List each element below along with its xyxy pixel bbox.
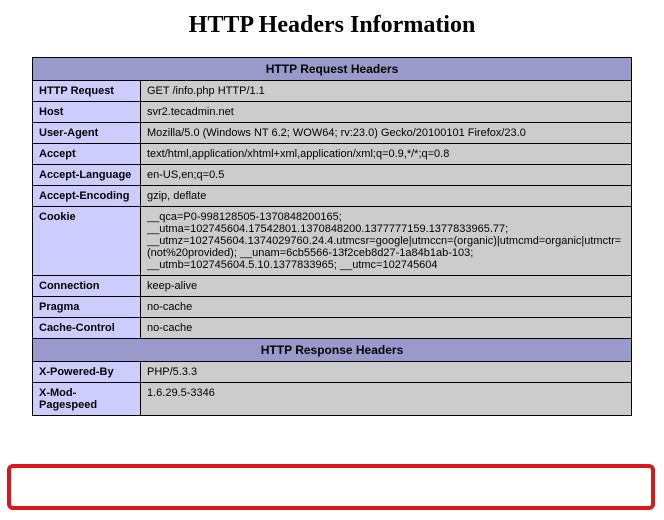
request-header-value: no-cache xyxy=(141,297,632,318)
request-header-key: Connection xyxy=(33,276,141,297)
table-row: Hostsvr2.tecadmin.net xyxy=(33,102,632,123)
table-row: Accept-Encodinggzip, deflate xyxy=(33,186,632,207)
request-header-value: svr2.tecadmin.net xyxy=(141,102,632,123)
table-row: X-Powered-ByPHP/5.3.3 xyxy=(33,362,632,383)
page-title: HTTP Headers Information xyxy=(0,12,664,39)
highlight-box xyxy=(7,464,655,510)
request-header-key: Cache-Control xyxy=(33,318,141,339)
page: HTTP Headers Information HTTP Request He… xyxy=(0,12,664,520)
request-section-header: HTTP Request Headers xyxy=(33,58,632,81)
request-header-key: User-Agent xyxy=(33,123,141,144)
table-row: Pragmano-cache xyxy=(33,297,632,318)
headers-table: HTTP Request Headers HTTP RequestGET /in… xyxy=(32,57,632,416)
request-header-value: text/html,application/xhtml+xml,applicat… xyxy=(141,144,632,165)
table-row: Cache-Controlno-cache xyxy=(33,318,632,339)
response-section-header: HTTP Response Headers xyxy=(33,339,632,362)
table-row: Accept-Languageen-US,en;q=0.5 xyxy=(33,165,632,186)
response-header-value: 1.6.29.5-3346 xyxy=(141,383,632,416)
request-header-value: gzip, deflate xyxy=(141,186,632,207)
table-row: Accepttext/html,application/xhtml+xml,ap… xyxy=(33,144,632,165)
table-row: Connectionkeep-alive xyxy=(33,276,632,297)
table-row: Cookie__qca=P0-998128505-1370848200165; … xyxy=(33,207,632,276)
request-header-key: Cookie xyxy=(33,207,141,276)
request-header-value: GET /info.php HTTP/1.1 xyxy=(141,81,632,102)
table-row: X-Mod-Pagespeed1.6.29.5-3346 xyxy=(33,383,632,416)
request-header-key: Pragma xyxy=(33,297,141,318)
request-header-key: Accept xyxy=(33,144,141,165)
table-row: HTTP RequestGET /info.php HTTP/1.1 xyxy=(33,81,632,102)
request-header-value: Mozilla/5.0 (Windows NT 6.2; WOW64; rv:2… xyxy=(141,123,632,144)
request-header-value: keep-alive xyxy=(141,276,632,297)
request-header-value: no-cache xyxy=(141,318,632,339)
request-header-value: en-US,en;q=0.5 xyxy=(141,165,632,186)
response-header-key: X-Powered-By xyxy=(33,362,141,383)
response-section-row: HTTP Response Headers xyxy=(33,339,632,362)
request-header-key: Accept-Encoding xyxy=(33,186,141,207)
table-body: HTTP Request Headers HTTP RequestGET /in… xyxy=(33,58,632,416)
request-header-key: HTTP Request xyxy=(33,81,141,102)
table-row: User-AgentMozilla/5.0 (Windows NT 6.2; W… xyxy=(33,123,632,144)
request-header-key: Host xyxy=(33,102,141,123)
response-header-value: PHP/5.3.3 xyxy=(141,362,632,383)
request-header-value: __qca=P0-998128505-1370848200165; __utma… xyxy=(141,207,632,276)
request-section-row: HTTP Request Headers xyxy=(33,58,632,81)
request-header-key: Accept-Language xyxy=(33,165,141,186)
response-header-key: X-Mod-Pagespeed xyxy=(33,383,141,416)
